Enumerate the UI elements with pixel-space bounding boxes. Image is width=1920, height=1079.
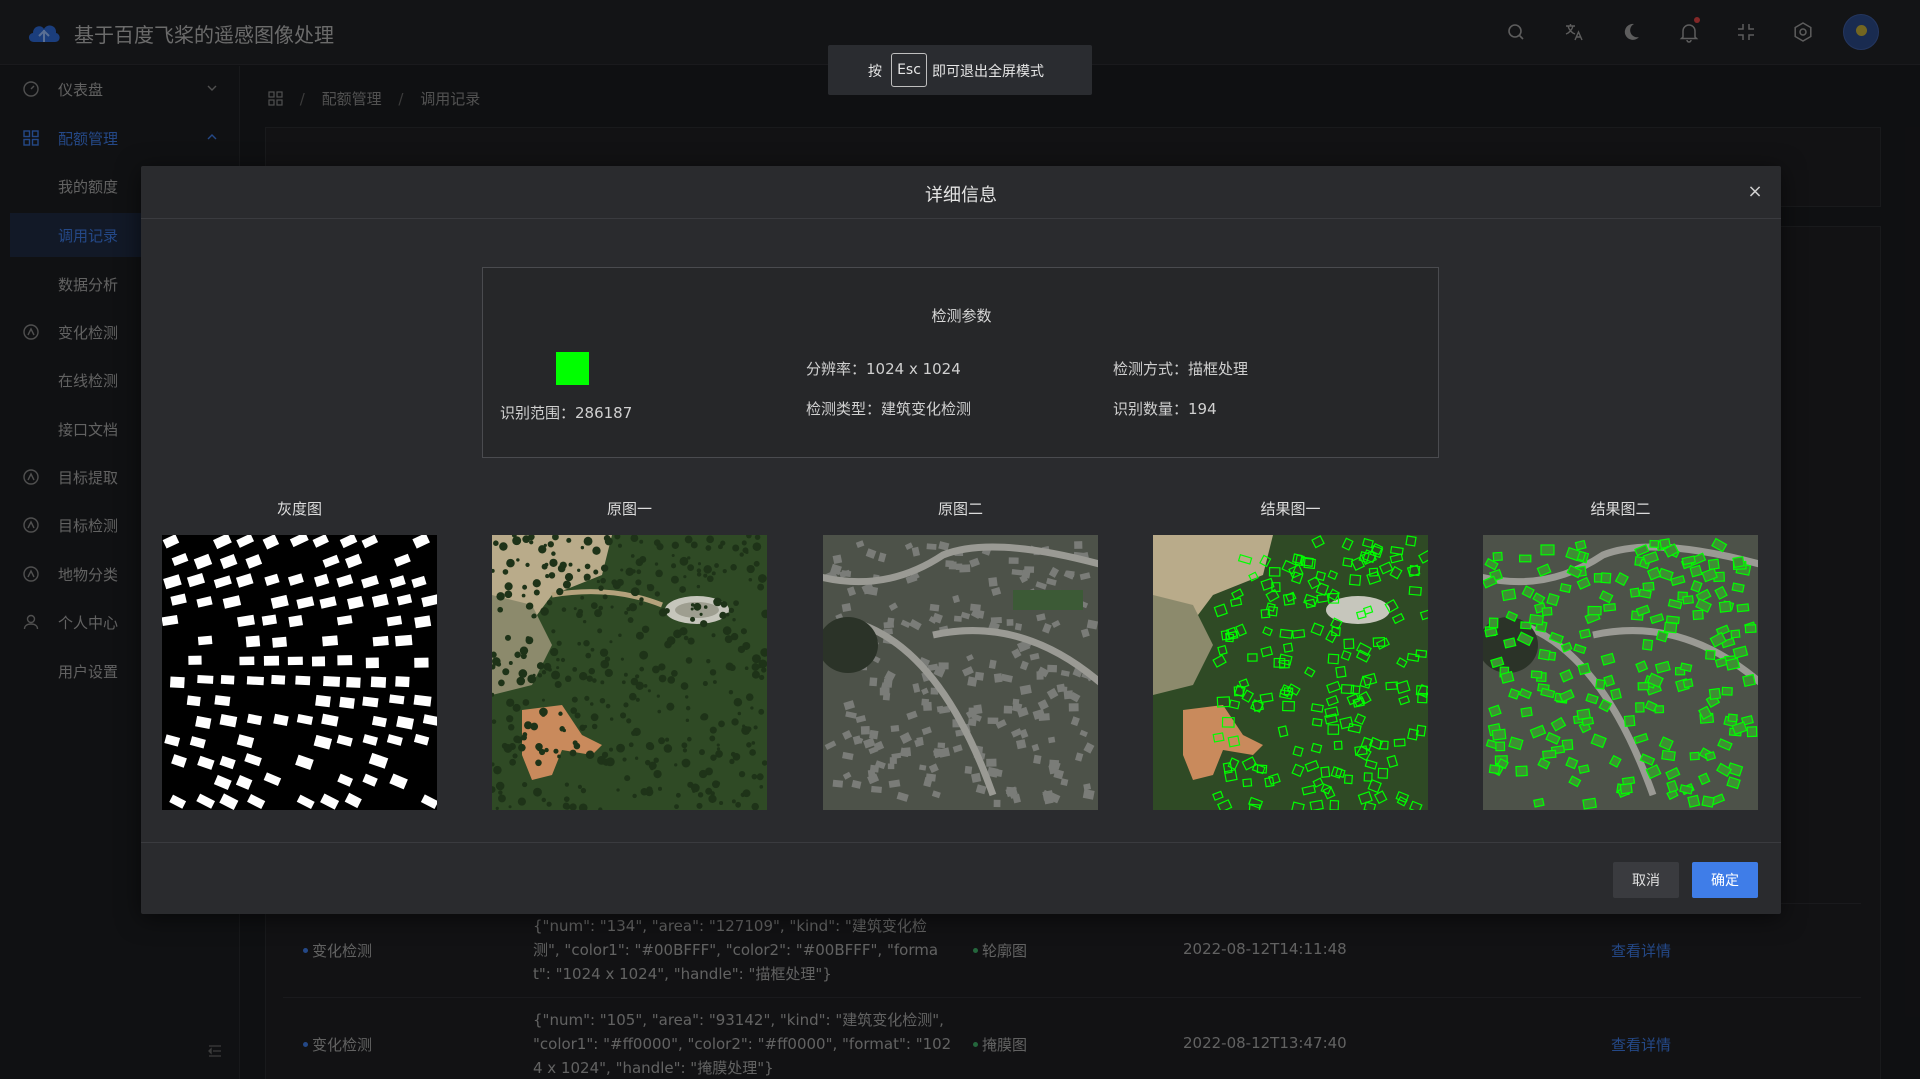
detection-params-box: 检测参数 识别范围：286187 分辨率：1024 x 1024 检测类型：建筑… xyxy=(482,267,1439,458)
image-label-original-1: 原图一 xyxy=(606,500,652,518)
param-type: 检测类型：建筑变化检测 xyxy=(806,400,972,418)
param-area: 识别范围：286187 xyxy=(500,404,633,422)
param-resolution: 分辨率：1024 x 1024 xyxy=(806,360,961,378)
image-label-gray: 灰度图 xyxy=(276,500,322,518)
color-swatch xyxy=(556,352,589,385)
close-icon[interactable]: × xyxy=(1745,182,1765,202)
original-image-2[interactable] xyxy=(823,535,1098,810)
image-label-original-2: 原图二 xyxy=(937,500,983,518)
result-image-2[interactable] xyxy=(1483,535,1758,810)
cancel-button[interactable]: 取消 xyxy=(1613,862,1679,898)
modal-title: 详细信息 xyxy=(925,185,997,206)
result-image-1[interactable] xyxy=(1153,535,1428,810)
esc-key: Esc xyxy=(891,53,927,87)
modal-header: 详细信息 × xyxy=(141,166,1781,219)
original-image-1[interactable] xyxy=(492,535,767,810)
modal-footer: 取消 确定 xyxy=(141,842,1781,914)
fullscreen-esc-toast: 按 Esc 即可退出全屏模式 xyxy=(828,45,1092,95)
param-count: 识别数量：194 xyxy=(1113,400,1217,418)
image-label-result-1: 结果图一 xyxy=(1260,500,1321,518)
confirm-button[interactable]: 确定 xyxy=(1692,862,1758,898)
grayscale-mask-image[interactable] xyxy=(162,535,437,810)
image-label-result-2: 结果图二 xyxy=(1590,500,1651,518)
param-method: 检测方式：描框处理 xyxy=(1113,360,1249,378)
params-title: 检测参数 xyxy=(931,307,992,325)
detail-modal: 详细信息 × 检测参数 识别范围：286187 分辨率：1024 x 1024 … xyxy=(141,166,1781,914)
